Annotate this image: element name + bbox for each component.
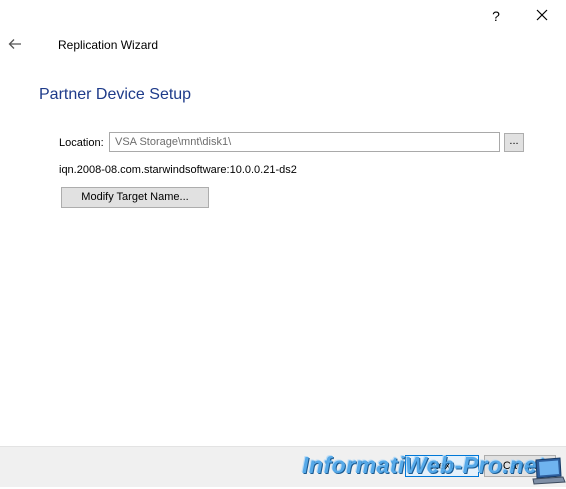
arrow-left-icon [8,38,22,53]
close-icon [536,9,548,24]
close-button[interactable] [529,4,555,28]
location-field[interactable]: VSA Storage\mnt\disk1\ [109,132,500,152]
back-button[interactable] [3,33,27,57]
target-iqn: iqn.2008-08.com.starwindsoftware:10.0.0.… [59,164,297,176]
watermark: InformatiWeb-Pro.net [302,452,546,478]
page-title: Partner Device Setup [39,86,192,103]
modify-target-name-button[interactable]: Modify Target Name... [61,187,209,208]
help-button[interactable]: ? [483,4,509,28]
location-label: Location: [59,137,104,149]
laptop-logo-icon [530,456,566,486]
browse-button[interactable]: ... [504,133,524,152]
wizard-title: Replication Wizard [58,38,159,52]
